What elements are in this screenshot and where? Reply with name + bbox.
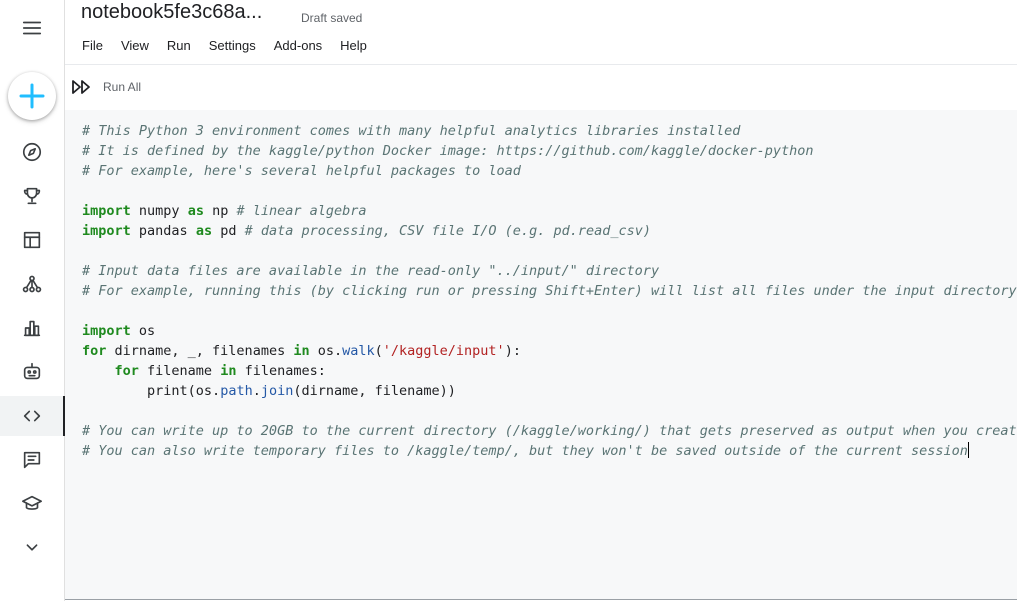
- code-text: .: [252, 383, 261, 399]
- menu-addons[interactable]: Add-ons: [274, 38, 322, 53]
- keyword: for: [114, 363, 139, 379]
- code-text: np: [203, 203, 237, 219]
- keyword: import: [82, 203, 131, 219]
- plus-icon: [19, 83, 45, 109]
- bar-chart-icon[interactable]: [0, 308, 64, 348]
- menu-icon[interactable]: [0, 8, 64, 48]
- run-all-icon: [72, 80, 90, 94]
- code-icon[interactable]: [0, 396, 65, 436]
- trophy-icon[interactable]: [0, 176, 64, 216]
- code-text: dirname, _, filenames: [106, 343, 294, 359]
- menu-bar: File View Run Settings Add-ons Help: [82, 38, 367, 53]
- keyword: for: [82, 343, 107, 359]
- menu-view[interactable]: View: [121, 38, 149, 53]
- code-text: filename: [138, 363, 221, 379]
- code-text: (dirname, filename)): [293, 383, 456, 399]
- left-sidebar: [0, 0, 65, 601]
- menu-settings[interactable]: Settings: [209, 38, 256, 53]
- code-text: pandas: [130, 223, 196, 239]
- run-all-button[interactable]: Run All: [72, 76, 141, 98]
- notebook-title[interactable]: notebook5fe3c68a...: [81, 1, 262, 24]
- comment: # linear algebra: [236, 203, 367, 219]
- keyword: in: [220, 363, 237, 379]
- comment: # You can write up to 20GB to the curren…: [82, 423, 1017, 439]
- code-text: numpy: [130, 203, 188, 219]
- robot-icon[interactable]: [0, 352, 64, 392]
- menu-help[interactable]: Help: [340, 38, 367, 53]
- compass-icon[interactable]: [0, 132, 64, 172]
- comment: # Input data files are available in the …: [82, 263, 660, 279]
- code-text: print(os.: [147, 383, 221, 399]
- comment-icon[interactable]: [0, 440, 64, 480]
- code-text: filenames:: [236, 363, 326, 379]
- attribute: walk: [342, 343, 375, 359]
- run-all-label: Run All: [103, 80, 142, 94]
- comment: # data processing, CSV file I/O (e.g. pd…: [244, 223, 651, 239]
- code-text: (: [374, 343, 383, 359]
- menu-file[interactable]: File: [82, 38, 103, 53]
- comment: # You can also write temporary files to …: [82, 443, 968, 459]
- attribute: path: [220, 383, 253, 399]
- chevron-down-icon[interactable]: [0, 527, 64, 567]
- toolbar-divider: [65, 64, 1017, 65]
- attribute: join: [260, 383, 294, 399]
- code-text: ):: [504, 343, 521, 359]
- keyword: import: [82, 323, 131, 339]
- keyword: import: [82, 223, 131, 239]
- models-icon[interactable]: [0, 264, 64, 304]
- keyword: as: [187, 203, 204, 219]
- table-icon[interactable]: [0, 220, 64, 260]
- menu-run[interactable]: Run: [167, 38, 191, 53]
- keyword: as: [195, 223, 213, 239]
- string-literal: '/kaggle/input': [382, 343, 505, 359]
- create-button[interactable]: [8, 72, 56, 120]
- comment: # It is defined by the kaggle/python Doc…: [82, 143, 814, 159]
- comment: # For example, running this (by clicking…: [82, 283, 1017, 299]
- comment: # This Python 3 environment comes with m…: [82, 123, 741, 139]
- save-status: Draft saved: [301, 11, 363, 25]
- code-editor[interactable]: # This Python 3 environment comes with m…: [65, 110, 1017, 600]
- code-content[interactable]: # This Python 3 environment comes with m…: [82, 121, 1017, 461]
- keyword: in: [293, 343, 310, 359]
- code-text: os.: [309, 343, 343, 359]
- code-text: pd: [212, 223, 245, 239]
- comment: # For example, here's several helpful pa…: [82, 163, 521, 179]
- text-cursor: [967, 442, 969, 458]
- school-icon[interactable]: [0, 484, 64, 524]
- code-text: os: [130, 323, 156, 339]
